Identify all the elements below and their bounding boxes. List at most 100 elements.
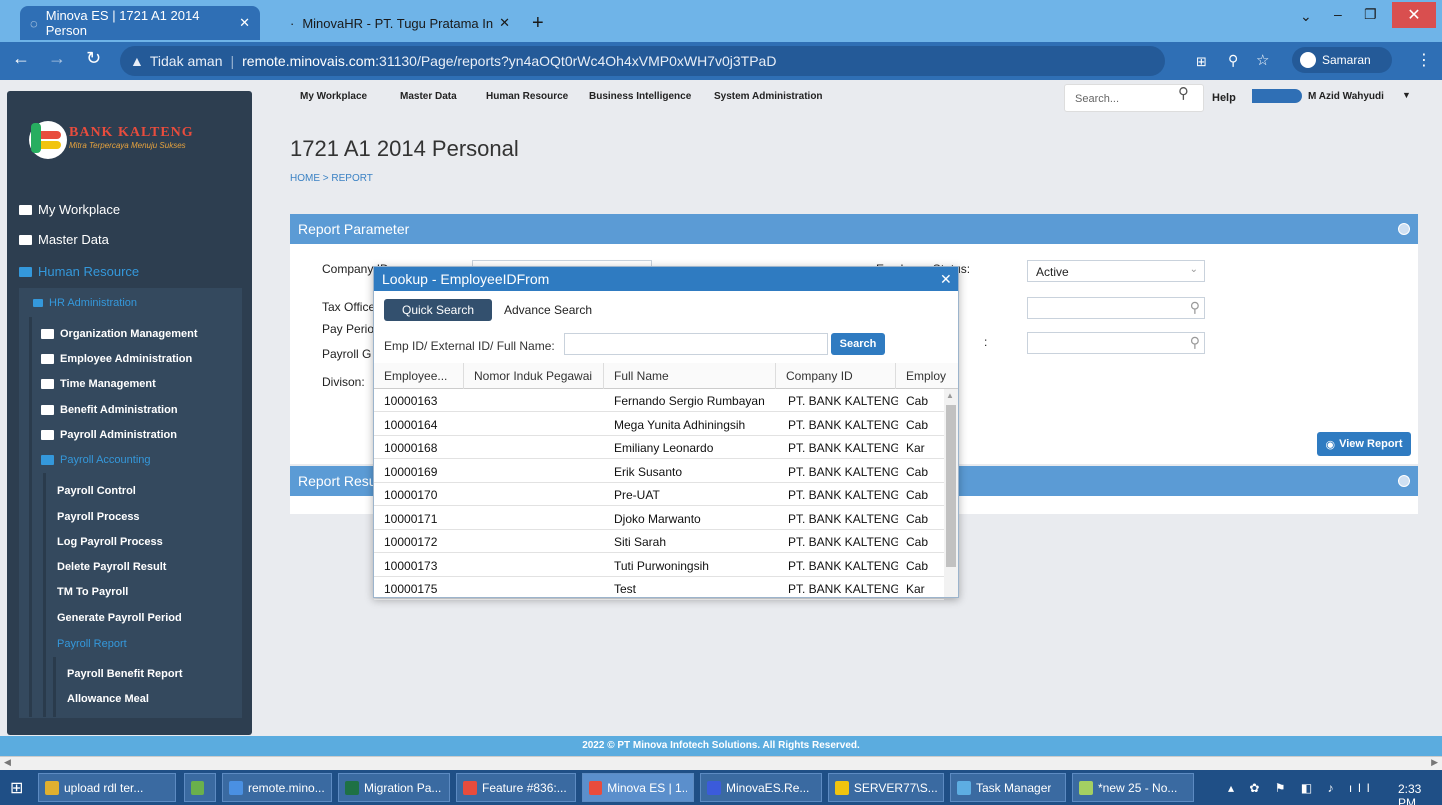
sidebar-item-tm-to-payroll[interactable]: TM To Payroll [57, 586, 128, 598]
user-name[interactable]: M Azid Wahyudi [1308, 91, 1384, 102]
taskbar-item[interactable]: Minova ES | 1... [582, 773, 694, 802]
sidebar-item-human-resource[interactable]: Human Resource [19, 264, 139, 279]
grid-scrollbar[interactable]: ▲ [944, 389, 958, 597]
table-row[interactable]: 10000169 Erik Susanto PT. BANK KALTENG Cab [374, 460, 944, 483]
sidebar-item-log-payroll-process[interactable]: Log Payroll Process [57, 536, 163, 548]
avatar[interactable] [1252, 89, 1302, 103]
sidebar-item-master-data[interactable]: Master Data [19, 232, 109, 247]
taskbar-item[interactable]: *new 25 - No... [1072, 773, 1194, 802]
breadcrumb[interactable]: HOME > REPORT [290, 173, 373, 184]
sidebar-item-allowance-meal[interactable]: Allowance Meal [67, 693, 149, 705]
sidebar-item-generate-payroll-period[interactable]: Generate Payroll Period [57, 612, 182, 624]
column-company-id[interactable]: Company ID [776, 363, 896, 389]
cell-company: PT. BANK KALTENG [788, 394, 898, 408]
sidebar-item-time-management[interactable]: Time Management [41, 378, 156, 390]
modal-close-icon[interactable]: ✕ [940, 271, 952, 288]
table-row[interactable]: 10000171 Djoko Marwanto PT. BANK KALTENG Ca… [374, 507, 944, 530]
table-row[interactable]: 10000163 Fernando Sergio Rumbayan PT. BANK… [374, 389, 944, 412]
forward-icon[interactable]: → [48, 48, 66, 69]
back-icon[interactable]: ← [12, 48, 30, 69]
taskbar-item[interactable]: Task Manager [950, 773, 1066, 802]
table-row[interactable]: 10000170 Pre-UAT PT. BANK KALTENG Cab [374, 483, 944, 506]
horizontal-scrollbar[interactable]: ◀ ▶ [0, 756, 1442, 770]
translate-icon[interactable]: ⊞ [1196, 54, 1207, 70]
sidebar-item-benefit-administration[interactable]: Benefit Administration [41, 404, 178, 416]
sidebar-item-payroll-administration[interactable]: Payroll Administration [41, 429, 177, 441]
sidebar-item-payroll-benefit-report[interactable]: Payroll Benefit Report [67, 668, 183, 680]
column-full-name[interactable]: Full Name [604, 363, 776, 389]
cell-id: 10000172 [384, 535, 438, 549]
search-button[interactable]: Search [831, 333, 885, 355]
collapse-icon[interactable] [1398, 475, 1410, 487]
cell-id: 10000171 [384, 511, 438, 526]
column-employee-id[interactable]: Employee... [374, 363, 464, 389]
tab-close-icon[interactable]: ✕ [239, 15, 250, 31]
sidebar-item-payroll-process[interactable]: Payroll Process [57, 511, 140, 523]
help-link[interactable]: Help [1212, 92, 1236, 104]
table-row[interactable]: 10000172 Siti Sarah PT. BANK KALTENG Cab [374, 530, 944, 553]
scroll-right-icon[interactable]: ▶ [1431, 757, 1438, 768]
taskbar-item-label: Migration Pa... [364, 780, 442, 795]
sidebar-item-payroll-report[interactable]: Payroll Report [57, 638, 127, 650]
taskbar-item[interactable]: remote.mino... [222, 773, 332, 802]
browser-tab-active[interactable]: ◌ Minova ES | 1721 A1 2014 Person ✕ [20, 6, 260, 40]
sidebar-item-hr-administration[interactable]: HR Administration [33, 297, 137, 309]
lookup-field-1[interactable]: ⚲ [1027, 297, 1205, 319]
topmenu-my-workplace[interactable]: My Workplace [300, 91, 367, 102]
taskbar-item[interactable]: Migration Pa... [338, 773, 450, 802]
tab-advance-search[interactable]: Advance Search [504, 303, 592, 317]
sidebar-item-payroll-control[interactable]: Payroll Control [57, 485, 136, 497]
taskbar-item[interactable]: Feature #836:... [456, 773, 576, 802]
table-row[interactable]: 10000173 Tuti Purwoningsih PT. BANK KALTEN… [374, 554, 944, 577]
taskbar-item[interactable]: SERVER77\S... [828, 773, 944, 802]
scrollbar-thumb[interactable] [946, 405, 956, 567]
taskbar-item[interactable] [184, 773, 216, 802]
search-icon[interactable]: ⚲ [1190, 299, 1200, 316]
browser-tab[interactable]: · MinovaHR - PT. Tugu Pratama In ✕ [280, 6, 520, 40]
tax-office-label: Tax Office [322, 300, 376, 314]
taskbar-item[interactable]: MinovaES.Re... [700, 773, 822, 802]
search-icon[interactable]: ⚲ [1190, 334, 1200, 351]
column-nip[interactable]: Nomor Induk Pegawai [464, 363, 604, 389]
emp-search-input[interactable] [564, 333, 828, 355]
taskbar-item[interactable]: upload rdl ter... [38, 773, 176, 802]
incognito-profile-button[interactable]: Samaran [1292, 47, 1392, 73]
search-icon[interactable]: ⚲ [1178, 84, 1189, 102]
topmenu-business-intelligence[interactable]: Business Intelligence [589, 91, 691, 102]
sidebar-item-payroll-accounting[interactable]: Payroll Accounting [41, 454, 151, 466]
table-row[interactable]: 10000175 Test PT. BANK KALTENG Kar [374, 577, 944, 600]
taskbar-item-label: upload rdl ter... [64, 780, 144, 795]
employee-status-select[interactable]: Active ⌄ [1027, 260, 1205, 282]
view-report-button[interactable]: ◉ View Report [1317, 432, 1411, 456]
restore-icon[interactable]: ❐ [1364, 6, 1377, 23]
window-close-icon[interactable]: ✕ [1392, 2, 1436, 28]
user-caret-icon[interactable]: ▼ [1402, 90, 1411, 100]
sidebar-item-delete-payroll-result[interactable]: Delete Payroll Result [57, 561, 166, 573]
browser-menu-icon[interactable]: ⋮ [1416, 50, 1432, 70]
scroll-left-icon[interactable]: ◀ [4, 757, 11, 768]
zoom-icon[interactable]: ⚲ [1228, 52, 1238, 69]
new-tab-icon[interactable]: + [532, 12, 544, 35]
windows-start-icon[interactable]: ⊞ [10, 778, 23, 798]
reload-icon[interactable]: ↻ [86, 48, 101, 69]
minimize-icon[interactable]: – [1334, 6, 1342, 22]
table-row[interactable]: 10000164 Mega Yunita Adhiningsih PT. BANK … [374, 413, 944, 436]
lookup-field-2[interactable]: ⚲ [1027, 332, 1205, 354]
column-employee-group[interactable]: Employ [896, 363, 958, 389]
sidebar-item-employee-administration[interactable]: Employee Administration [41, 353, 192, 365]
bookmark-star-icon[interactable]: ☆ [1256, 51, 1269, 69]
topmenu-system-administration[interactable]: System Administration [714, 91, 823, 102]
tab-search-icon[interactable]: ⌄ [1300, 8, 1312, 25]
table-row[interactable]: 10000168 Emiliany Leonardo PT. BANK KALTEN… [374, 436, 944, 459]
sidebar-item-my-workplace[interactable]: My Workplace [19, 202, 120, 217]
topmenu-human-resource[interactable]: Human Resource [486, 91, 568, 102]
scroll-up-icon[interactable]: ▲ [946, 391, 954, 400]
tab-quick-search[interactable]: Quick Search [384, 299, 492, 321]
tab-close-icon[interactable]: ✕ [499, 15, 510, 31]
clock[interactable]: 2:33 PM [1398, 782, 1442, 805]
url-field[interactable]: ▲ Tidak aman | remote.minovais.com :3113… [120, 46, 1165, 76]
topmenu-master-data[interactable]: Master Data [400, 91, 457, 102]
sidebar-item-organization-management[interactable]: Organization Management [41, 328, 198, 340]
collapse-icon[interactable] [1398, 223, 1410, 235]
tray-icons[interactable]: ▴ ✿ ⚑ ◧ ♪ ıll [1228, 781, 1376, 795]
